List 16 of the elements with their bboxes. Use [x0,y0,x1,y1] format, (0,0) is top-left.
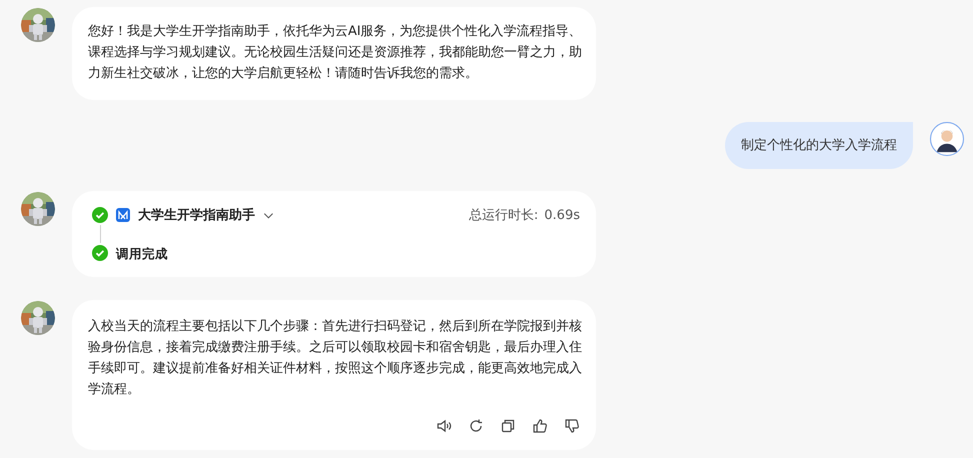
status-text: 调用完成 [116,244,168,262]
refresh-icon[interactable] [468,418,484,434]
check-icon [92,207,108,223]
thumbs-down-icon[interactable] [564,418,580,434]
tool-name[interactable]: 大学生开学指南助手 [138,204,255,226]
check-icon [92,245,108,261]
message-text: 入校当天的流程主要包括以下几个步骤：首先进行扫码登记，然后到所在学院报到并核验身份信息，接着完成缴费注册手续。之后可以领取校园卡和宿舍钥匙，最后办理入住手续即可。建议提前准备好相关证件材料，按照这个顺序逐步完成，能更高效地完成入学流程。 [88,318,583,399]
message-text: 您好！我是大学生开学指南助手，依托华为云AI服务，为您提供个性化入学流程指导、课程选择与学习规划建议。无论校园生活疑问还是资源推荐，我都能助您一臂之力，助力新生社交破冰，让您的大学启航更轻松！请随时告诉我您的需求。 [88,23,583,83]
user-message: 制定个性化的大学入学流程 [725,122,913,169]
runtime-label: 总运行时长: [468,206,538,224]
copy-icon[interactable] [500,418,516,434]
thumbs-up-icon[interactable] [532,418,548,434]
runtime-value: 0.69s [544,206,580,224]
app-icon [116,208,130,222]
speaker-icon[interactable] [436,418,452,434]
user-avatar-icon [930,122,964,156]
